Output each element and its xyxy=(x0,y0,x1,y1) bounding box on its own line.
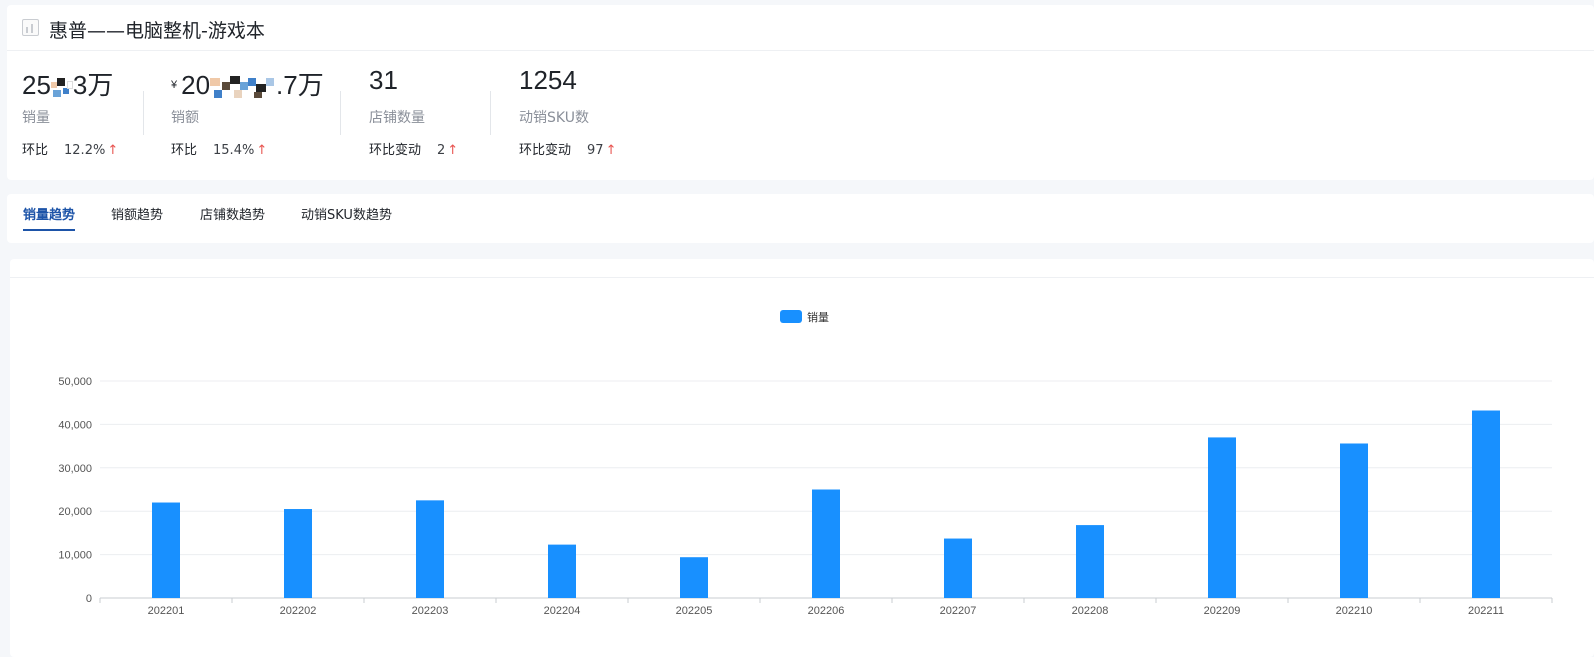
y-tick-label: 50,000 xyxy=(58,376,92,388)
y-tick-label: 20,000 xyxy=(58,506,92,518)
x-tick-label: 202211 xyxy=(1468,605,1504,617)
x-tick-label: 202204 xyxy=(544,605,581,617)
y-tick-label: 0 xyxy=(86,593,92,605)
x-tick-label: 202209 xyxy=(1204,605,1241,617)
bar xyxy=(416,500,444,598)
bar xyxy=(1076,525,1104,598)
x-tick-label: 202203 xyxy=(412,605,449,617)
y-tick-label: 30,000 xyxy=(58,463,92,475)
x-tick-label: 202201 xyxy=(148,605,185,617)
bar xyxy=(812,489,840,598)
y-tick-label: 40,000 xyxy=(58,419,92,431)
x-tick-label: 202206 xyxy=(808,605,845,617)
bar xyxy=(680,557,708,598)
legend-swatch xyxy=(780,310,802,323)
bar xyxy=(944,538,972,598)
y-tick-label: 10,000 xyxy=(58,550,92,562)
x-tick-label: 202210 xyxy=(1336,605,1373,617)
x-tick-label: 202205 xyxy=(676,605,713,617)
x-tick-label: 202202 xyxy=(280,605,317,617)
x-tick-label: 202207 xyxy=(940,605,977,617)
bar xyxy=(1208,437,1236,598)
bar xyxy=(1472,410,1500,598)
bar xyxy=(548,544,576,598)
bar xyxy=(284,509,312,598)
x-tick-label: 202208 xyxy=(1072,605,1109,617)
bar xyxy=(1340,443,1368,598)
bar xyxy=(152,502,180,598)
bar-chart: 0 10,000 20,000 30,000 40,000 50,000 202201 202… xyxy=(58,310,1553,617)
legend-label: 销量 xyxy=(807,310,829,324)
